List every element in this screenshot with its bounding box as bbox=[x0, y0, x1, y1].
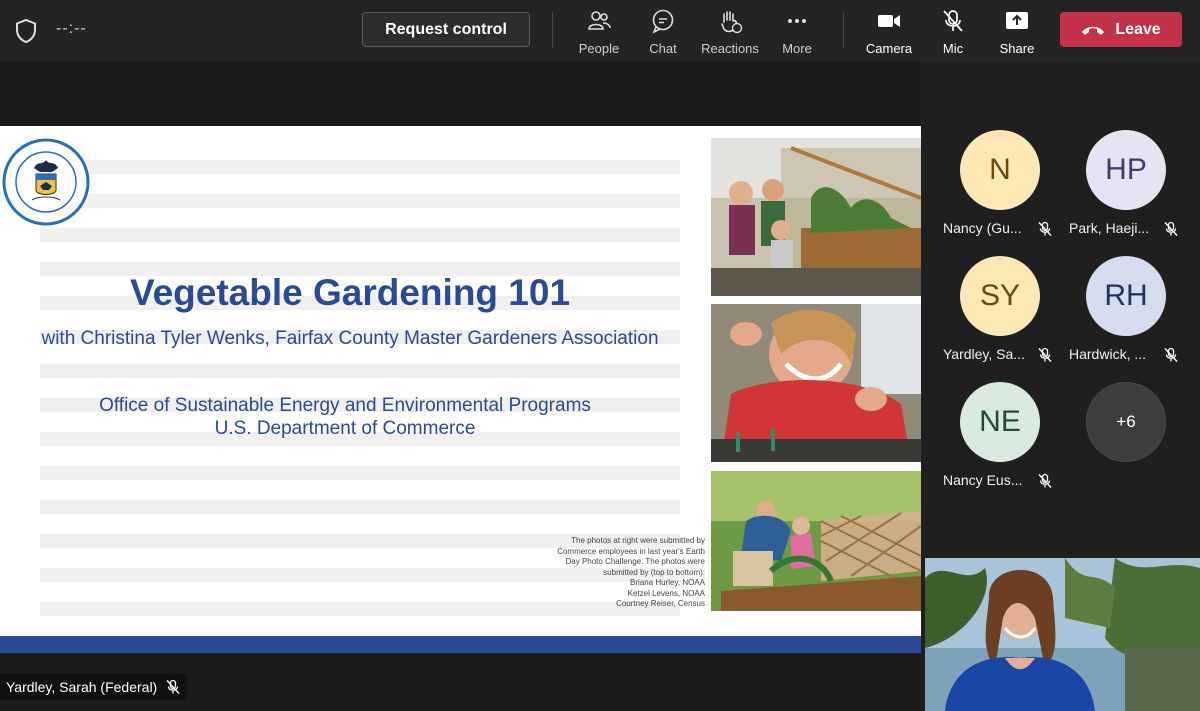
toolbar-divider bbox=[552, 12, 553, 48]
share-button[interactable]: Share bbox=[982, 8, 1052, 56]
credit-line: Briana Hurley, NOAA bbox=[630, 578, 705, 587]
credit-line: Ketzel Levens, NOAA bbox=[627, 588, 705, 598]
credit-line: Day Photo Challenge. The photos were bbox=[565, 557, 706, 566]
participant-tile[interactable]: N Nancy (Gu... bbox=[938, 130, 1063, 250]
presenter-name-tag: Yardley, Sarah (Federal) bbox=[0, 674, 188, 700]
avatar: RH bbox=[1086, 256, 1166, 336]
more-button[interactable]: More bbox=[762, 8, 832, 56]
participant-tile[interactable]: RH Hardwick, ... bbox=[1064, 256, 1189, 376]
reactions-label: Reactions bbox=[701, 41, 759, 56]
slide-office-line: Office of Sustainable Energy and Environ… bbox=[99, 395, 591, 416]
share-icon bbox=[1006, 12, 1028, 29]
avatar: HP bbox=[1086, 130, 1166, 210]
credit-line: submitted by (top to bottom): bbox=[603, 567, 705, 577]
chat-label: Chat bbox=[649, 41, 677, 56]
mic-muted-icon bbox=[1038, 473, 1052, 488]
avatar: N bbox=[960, 130, 1040, 210]
mic-label: Mic bbox=[942, 41, 964, 56]
people-icon bbox=[588, 11, 611, 30]
credit-line: Courtney Reiser, Census bbox=[616, 599, 705, 608]
department-of-commerce-seal bbox=[2, 138, 90, 226]
avatar-initials: SY bbox=[979, 279, 1021, 312]
more-label: More bbox=[782, 41, 812, 56]
mic-muted-icon bbox=[943, 10, 963, 32]
garden-photo-girl-planting bbox=[711, 304, 921, 462]
leave-label: Leave bbox=[1115, 20, 1161, 38]
participant-video-feed[interactable] bbox=[925, 558, 1200, 711]
slide-subtitle: with Christina Tyler Wenks, Fairfax Coun… bbox=[41, 328, 659, 349]
chat-button[interactable]: Chat bbox=[628, 8, 698, 56]
garden-photo-yard-bed bbox=[711, 471, 921, 611]
mic-muted-icon bbox=[1038, 347, 1052, 362]
mic-button[interactable]: Mic bbox=[918, 8, 988, 56]
meeting-toolbar: --:-- Request control People Chat Reacti… bbox=[0, 0, 1200, 62]
garden-photo-kids-greenhouse bbox=[711, 138, 921, 296]
chat-icon bbox=[652, 9, 674, 34]
avatar-initials: RH bbox=[1104, 279, 1148, 312]
avatar-initials: NE bbox=[979, 405, 1021, 438]
raise-hand-icon bbox=[721, 11, 743, 34]
reactions-button[interactable]: Reactions bbox=[695, 8, 765, 56]
camera-label: Camera bbox=[865, 41, 913, 56]
camera-icon bbox=[878, 15, 900, 27]
more-participants-count[interactable]: +6 bbox=[1086, 382, 1166, 462]
mic-muted-icon bbox=[1164, 221, 1178, 236]
credit-line: The photos at right were submitted by bbox=[571, 536, 705, 545]
overflow-count: +6 bbox=[1116, 412, 1136, 431]
mic-muted-icon bbox=[166, 679, 180, 694]
participant-tile[interactable]: HP Park, Haeji... bbox=[1064, 130, 1189, 250]
toolbar-divider bbox=[843, 12, 844, 48]
presentation-slide: Vegetable Gardening 101 with Christina T… bbox=[0, 126, 921, 653]
slide-footer-bar bbox=[0, 636, 921, 653]
participant-tile[interactable]: SY Yardley, Sa... bbox=[938, 256, 1063, 376]
request-control-button[interactable]: Request control bbox=[362, 12, 530, 47]
video-frame bbox=[925, 558, 1200, 711]
slide-office-block: Office of Sustainable Energy and Environ… bbox=[0, 394, 690, 440]
avatar: SY bbox=[960, 256, 1040, 336]
more-icon bbox=[788, 19, 806, 23]
camera-button[interactable]: Camera bbox=[854, 8, 924, 56]
avatar: NE bbox=[960, 382, 1040, 462]
slide-department-line: U.S. Department of Commerce bbox=[214, 418, 476, 439]
mic-muted-icon bbox=[1038, 221, 1052, 236]
credit-line: Commerce employees in last year's Earth bbox=[557, 546, 705, 556]
slide-title: Vegetable Gardening 101 bbox=[129, 272, 571, 313]
leave-button[interactable]: Leave bbox=[1060, 12, 1182, 47]
people-button[interactable]: People bbox=[564, 8, 634, 56]
avatar-initials: N bbox=[989, 153, 1011, 186]
presenter-name: Yardley, Sarah (Federal) bbox=[6, 679, 158, 695]
share-label: Share bbox=[999, 41, 1035, 56]
avatar-initials: HP bbox=[1105, 153, 1147, 186]
participant-tile[interactable]: NE Nancy Eus... bbox=[938, 382, 1063, 502]
shield-icon[interactable] bbox=[14, 18, 38, 44]
more-participants-tile[interactable]: +6 bbox=[1064, 382, 1189, 502]
people-label: People bbox=[578, 41, 620, 56]
photo-credits: The photos at right were submitted by Co… bbox=[500, 536, 705, 610]
mic-muted-icon bbox=[1164, 347, 1178, 362]
meeting-timer: --:-- bbox=[56, 20, 87, 37]
hang-up-icon bbox=[1082, 26, 1105, 35]
